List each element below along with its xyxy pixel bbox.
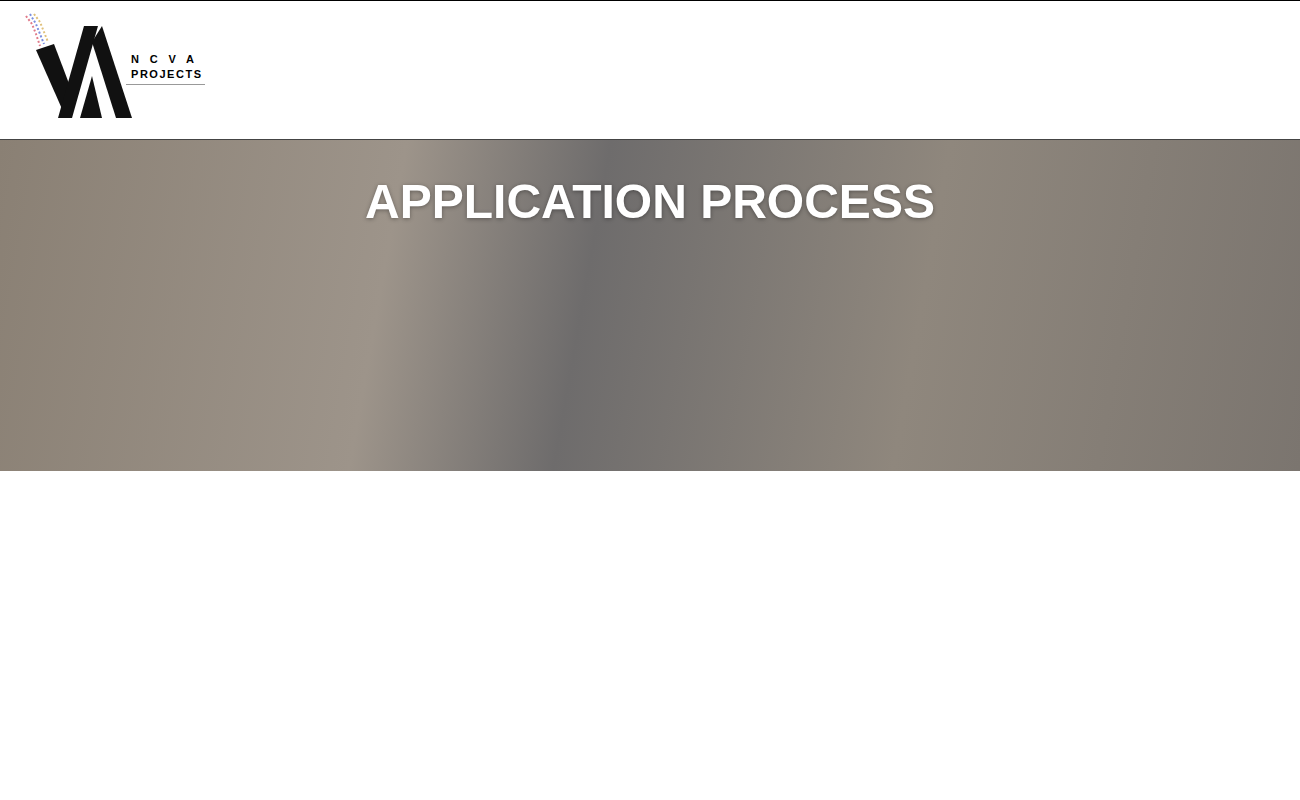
logo-mark-icon bbox=[22, 12, 134, 120]
site-header: N C V A PROJECTS bbox=[0, 0, 1300, 140]
logo-wordmark: N C V A PROJECTS bbox=[126, 12, 205, 85]
hero-banner: APPLICATION PROCESS bbox=[0, 140, 1300, 471]
site-logo[interactable]: N C V A PROJECTS bbox=[22, 12, 205, 120]
logo-top-text: N C V A bbox=[126, 53, 198, 65]
hero-title: APPLICATION PROCESS bbox=[349, 174, 951, 230]
logo-bottom-text: PROJECTS bbox=[126, 68, 205, 85]
page-content bbox=[0, 471, 1300, 800]
